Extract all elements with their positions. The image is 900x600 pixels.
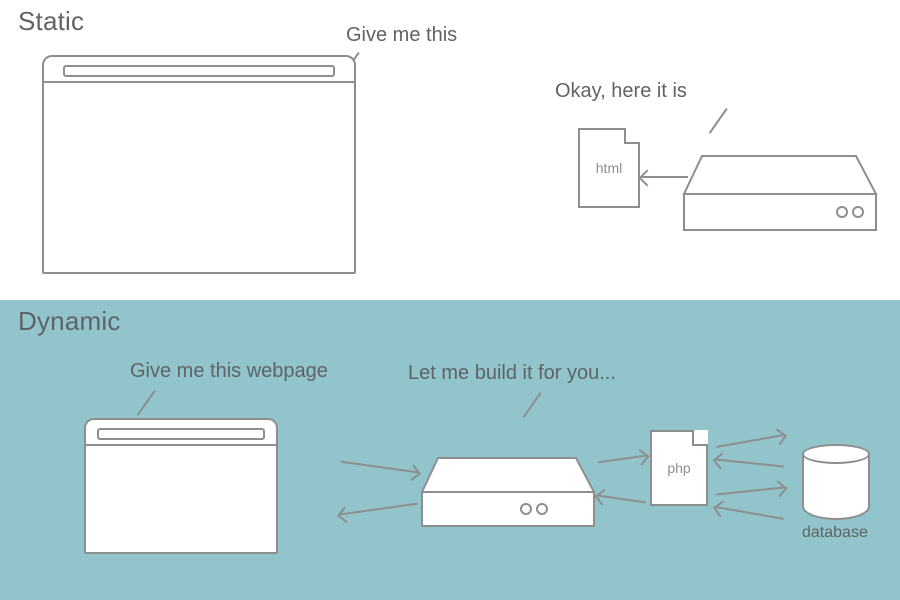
dynamic-panel: Dynamic Give me this webpage Let me buil…	[0, 300, 900, 600]
arrow-icon	[642, 176, 688, 178]
file-label: php	[667, 460, 690, 476]
server-icon	[680, 120, 880, 240]
callout-tick	[137, 390, 156, 416]
arrow-icon	[340, 503, 418, 516]
callout-tick	[523, 392, 542, 418]
static-request-label: Give me this	[346, 24, 457, 47]
arrow-icon	[716, 434, 783, 448]
file-icon: html	[578, 128, 640, 208]
static-title: Static	[18, 6, 84, 37]
browser-icon	[84, 418, 278, 554]
file-label: html	[596, 160, 622, 176]
static-response-label: Okay, here it is	[555, 80, 687, 103]
arrow-icon	[340, 461, 418, 474]
dynamic-response-label: Let me build it for you...	[408, 362, 616, 385]
arrow-icon	[716, 458, 784, 467]
dynamic-title: Dynamic	[18, 306, 121, 337]
file-icon: php	[650, 430, 708, 506]
database-icon	[802, 444, 870, 520]
arrow-icon	[716, 506, 783, 520]
dynamic-request-label: Give me this webpage	[130, 360, 328, 383]
server-icon	[418, 428, 598, 536]
browser-icon	[42, 55, 356, 274]
arrow-icon	[598, 495, 646, 504]
arrow-icon	[598, 455, 646, 464]
arrow-icon	[716, 486, 784, 495]
database-label: database	[802, 524, 868, 542]
static-panel: Static Give me this Okay, here it is htm…	[0, 0, 900, 300]
